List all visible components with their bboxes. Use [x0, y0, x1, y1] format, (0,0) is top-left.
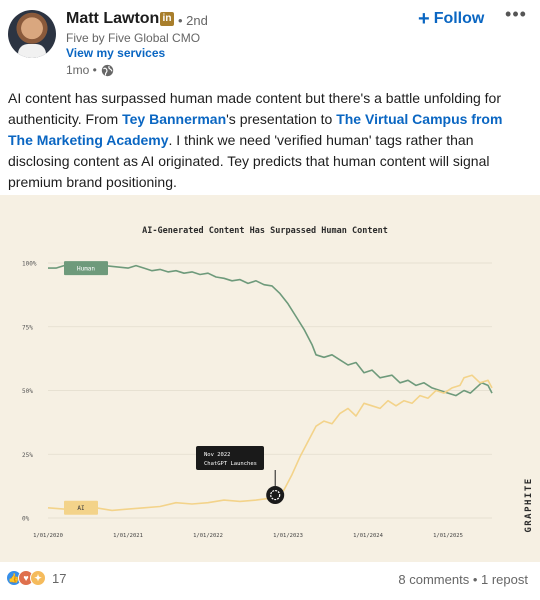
post-body: AI content has surpassed human made cont…	[8, 88, 528, 193]
reposts-count[interactable]: 1 repost	[481, 572, 528, 587]
line-chart: AI-Generated Content Has Surpassed Human…	[22, 226, 534, 539]
chart-title: AI-Generated Content Has Surpassed Human…	[142, 226, 388, 236]
comments-count[interactable]: 8 comments	[398, 572, 469, 587]
avatar[interactable]	[8, 10, 56, 58]
chatgpt-logo-icon	[266, 486, 285, 505]
y-tick-label: 25%	[22, 452, 33, 459]
x-tick-label: 1/01/2022	[193, 533, 223, 539]
graphite-logo: GRAPHITE	[524, 477, 534, 532]
x-tick-label: 1/01/2024	[353, 533, 383, 539]
annotation-event: ChatGPT Launches	[204, 461, 257, 467]
x-tick-label: 1/01/2025	[433, 533, 463, 539]
separator: •	[472, 572, 478, 587]
plus-icon: +	[418, 8, 430, 30]
reactions-summary[interactable]: 👍 ♥ ✦ 17	[6, 570, 66, 586]
reaction-count: 17	[52, 570, 67, 586]
y-tick-label: 75%	[22, 324, 33, 331]
x-tick-label: 1/01/2020	[33, 533, 63, 539]
annotation-date: Nov 2022	[204, 452, 231, 458]
post-image[interactable]: AI-Generated Content Has Surpassed Human…	[0, 195, 540, 562]
author-headline: Five by Five Global CMO	[66, 31, 201, 45]
more-options-icon[interactable]: •••	[504, 4, 528, 26]
series-line-human	[48, 264, 493, 397]
mention-tey-bannerman[interactable]: Tey Bannerman	[122, 111, 226, 127]
legend-label-human: Human	[77, 265, 95, 272]
legend-label-ai: AI	[77, 505, 85, 512]
engagement-stats: 8 comments • 1 repost	[398, 572, 528, 587]
view-services-link[interactable]: View my services	[66, 46, 165, 60]
globe-icon	[101, 64, 114, 76]
post-text-part: 's presentation to	[226, 111, 337, 127]
y-tick-label: 100%	[22, 261, 37, 268]
insightful-reaction-icon: ✦	[30, 570, 46, 586]
author-name[interactable]: Matt Lawton	[66, 10, 159, 28]
x-tick-label: 1/01/2021	[113, 533, 143, 539]
connection-degree: • 2nd	[178, 13, 208, 28]
x-tick-label: 1/01/2023	[273, 533, 303, 539]
y-tick-label: 0%	[22, 516, 30, 523]
post-header: Matt Lawton in • 2nd Five by Five Global…	[0, 0, 540, 84]
post-footer: 👍 ♥ ✦ 17 8 comments • 1 repost	[0, 568, 540, 592]
follow-label: Follow	[433, 10, 485, 27]
post-time: 1mo •	[66, 63, 97, 77]
follow-button[interactable]: + Follow	[418, 8, 484, 30]
y-tick-label: 50%	[22, 388, 33, 395]
linkedin-premium-icon: in	[160, 12, 174, 26]
post-meta: 1mo •	[66, 63, 114, 77]
